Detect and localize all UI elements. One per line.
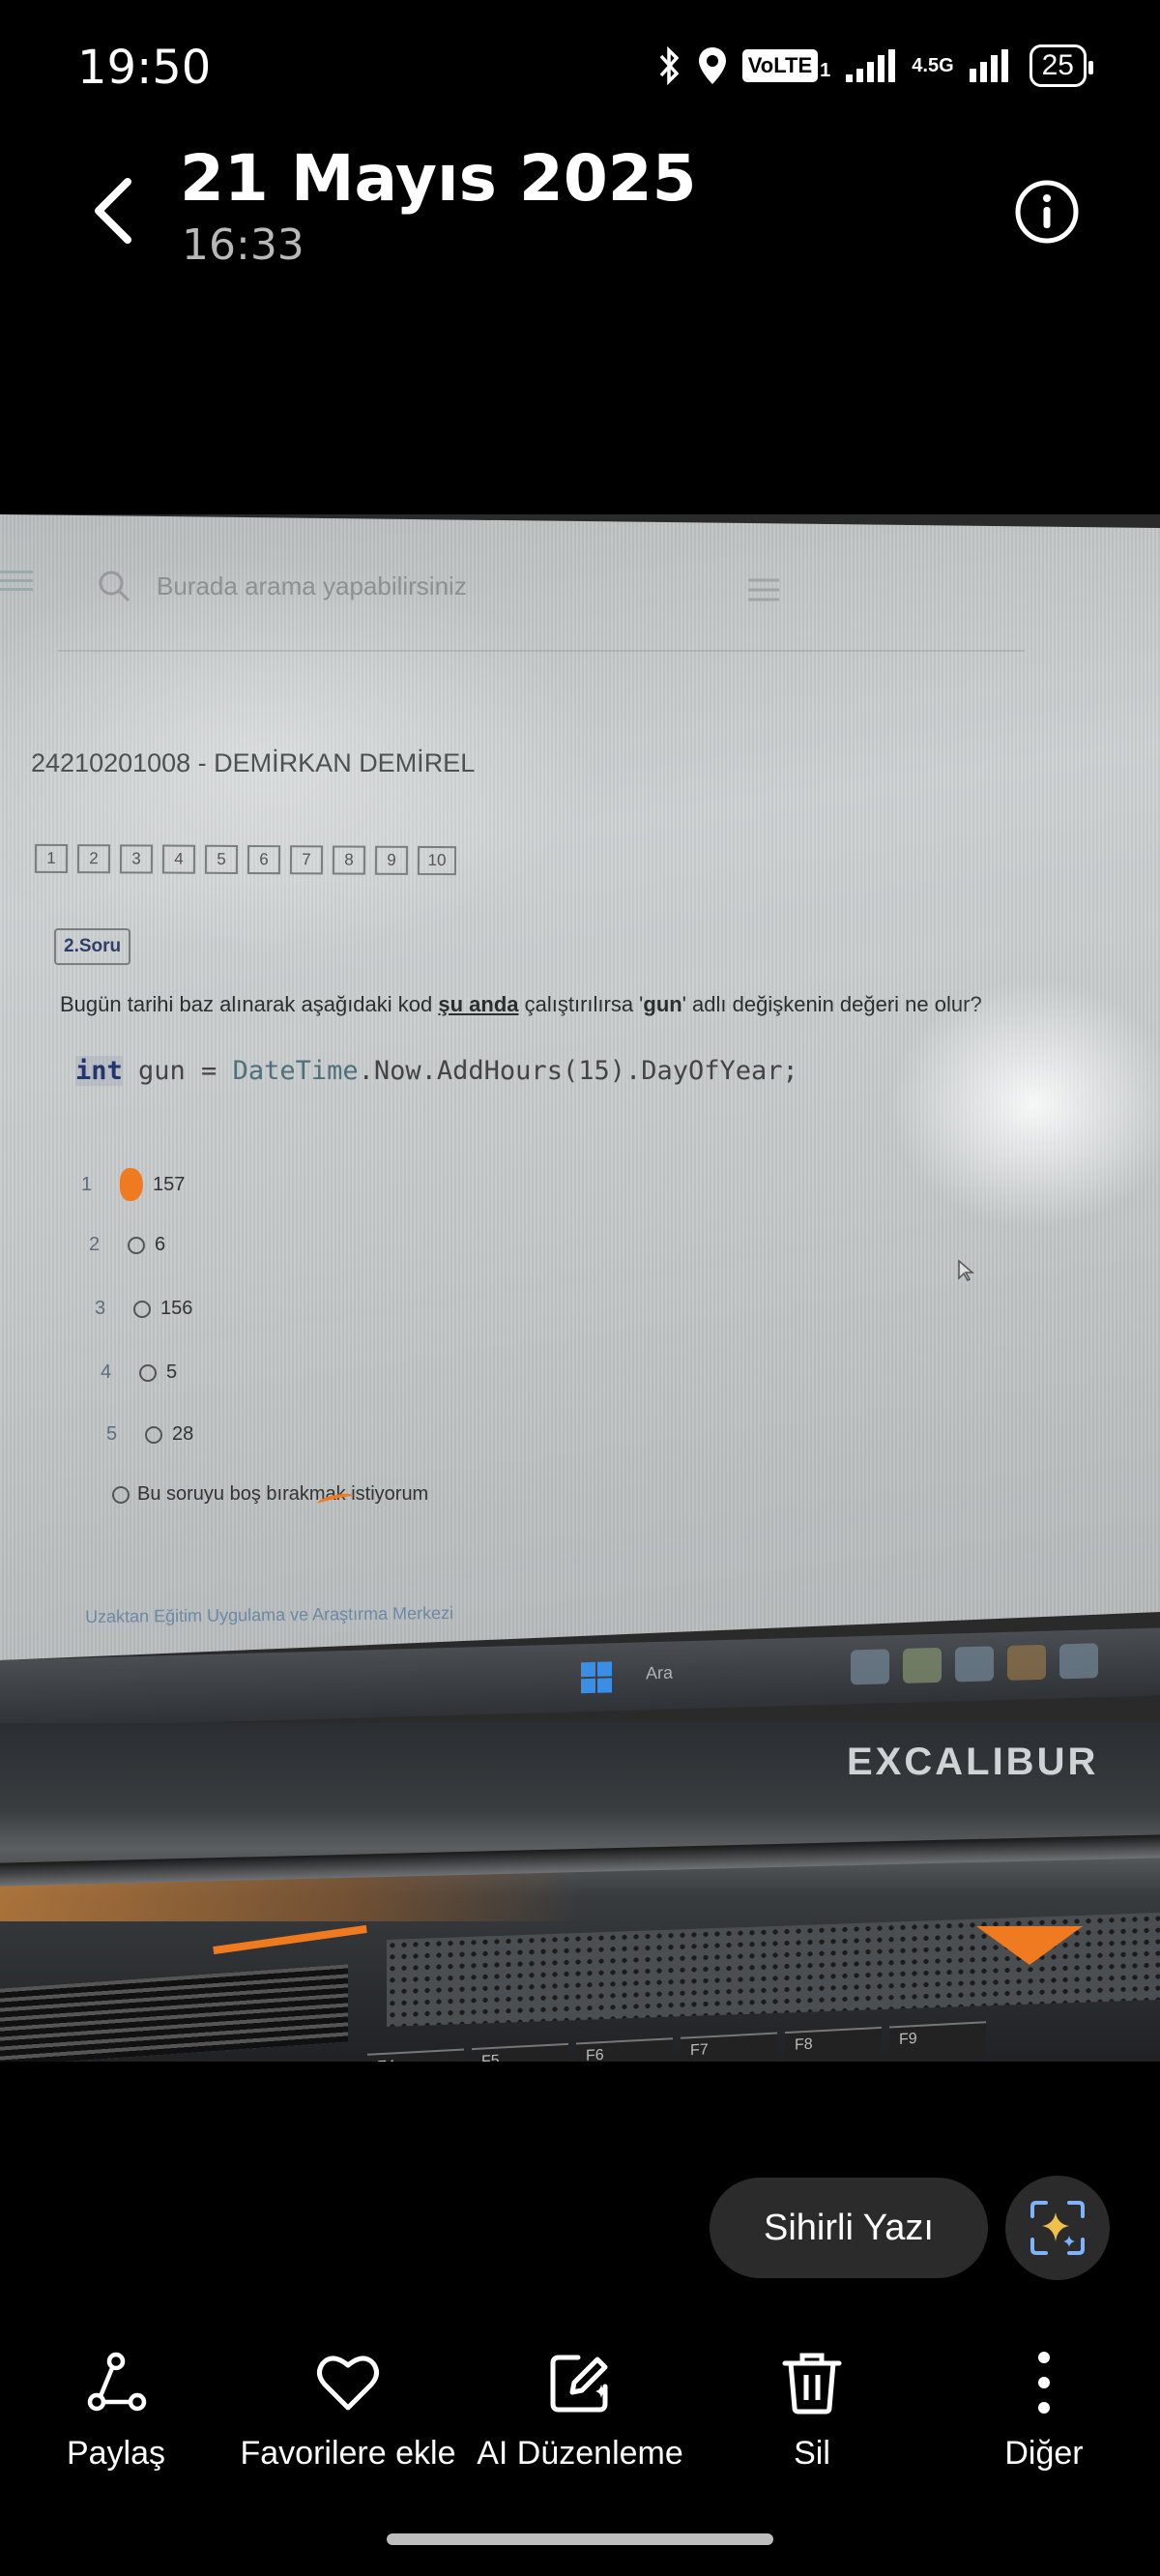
student-name: 24210201008 - DEMİRKAN DEMİREL xyxy=(31,748,476,777)
answer-option-5[interactable]: 5 28 xyxy=(106,1423,193,1446)
radio-icon[interactable] xyxy=(128,1236,145,1254)
answer-option-4[interactable]: 4 5 xyxy=(101,1361,177,1384)
question-tag: 2.Soru xyxy=(54,928,131,965)
skip-question-option[interactable]: Bu soruyu boş bırakmak istiyorum xyxy=(112,1483,428,1506)
answer-option-1[interactable]: 1 157 xyxy=(81,1168,185,1201)
share-button[interactable]: Paylaş xyxy=(0,2340,232,2473)
ai-edit-icon xyxy=(550,2355,608,2413)
signal-icon xyxy=(846,49,896,82)
radio-selected-icon[interactable] xyxy=(120,1168,143,1201)
filter-icon xyxy=(748,578,779,601)
photo-time: 16:33 xyxy=(182,220,304,270)
location-icon xyxy=(698,47,726,84)
magic-text-button[interactable]: Sihirli Yazı xyxy=(710,2178,988,2278)
status-icons: VoLTE 1 4.5G 25 xyxy=(657,44,1094,87)
radio-icon[interactable] xyxy=(133,1300,151,1318)
signal-icon-2 xyxy=(969,49,1008,82)
search-icon xyxy=(99,571,130,602)
info-icon xyxy=(1015,180,1079,244)
home-indicator[interactable] xyxy=(387,2533,773,2545)
delete-button[interactable]: Sil xyxy=(696,2340,928,2473)
volte-sim-number: 1 xyxy=(820,60,831,81)
question-nav-2[interactable]: 2 xyxy=(76,844,111,874)
question-text: Bugün tarihi baz alınarak aşağıdaki kod … xyxy=(60,992,982,1016)
more-button[interactable]: Diğer xyxy=(928,2340,1160,2473)
ai-edit-button[interactable]: AI Düzenleme xyxy=(464,2340,696,2473)
divider xyxy=(58,650,1025,652)
chevron-left-icon xyxy=(95,178,131,244)
magic-scan-button[interactable] xyxy=(1005,2176,1110,2280)
trash-icon xyxy=(782,2353,842,2415)
question-nav-7[interactable]: 7 xyxy=(289,845,324,875)
question-nav-1[interactable]: 1 xyxy=(34,843,69,874)
battery-indicator: 25 xyxy=(1029,44,1094,87)
taskbar-tray xyxy=(851,1643,1098,1685)
photo-date: 21 Mayıs 2025 xyxy=(180,141,697,216)
more-vertical-icon xyxy=(1038,2352,1050,2414)
laptop-screen: Burada arama yapabilirsiniz 24210201008 … xyxy=(0,514,1160,1660)
taskbar-search: Ara xyxy=(646,1662,674,1683)
network-type: 4.5G xyxy=(912,54,954,76)
answer-option-2[interactable]: 2 6 xyxy=(89,1234,165,1256)
status-time: 19:50 xyxy=(77,41,212,95)
photo-viewer[interactable]: Burada arama yapabilirsiniz 24210201008 … xyxy=(0,514,1160,2062)
search-placeholder: Burada arama yapabilirsiniz xyxy=(157,571,467,600)
footer-link[interactable]: Uzaktan Eğitim Uygulama ve Araştırma Mer… xyxy=(85,1603,453,1627)
heart-icon xyxy=(317,2356,379,2411)
back-button[interactable] xyxy=(85,172,143,249)
question-nav-5[interactable]: 5 xyxy=(204,844,239,874)
sparkle-scan-icon xyxy=(1030,2201,1085,2255)
mouse-cursor-icon xyxy=(958,1259,974,1281)
share-icon xyxy=(87,2352,147,2412)
radio-icon[interactable] xyxy=(145,1425,162,1444)
answer-option-3[interactable]: 3 156 xyxy=(95,1298,192,1320)
bottom-action-bar: Paylaş Favorilere ekle AI Düzenleme Sil … xyxy=(0,2340,1160,2485)
question-emphasis: şu anda xyxy=(438,992,519,1016)
volte-badge: VoLTE xyxy=(741,49,819,82)
info-button[interactable] xyxy=(1013,178,1081,246)
question-nav-3[interactable]: 3 xyxy=(119,844,154,874)
question-variable: gun xyxy=(643,992,682,1016)
question-navigation: 1 2 3 4 5 6 7 8 9 10 xyxy=(34,843,457,876)
favorite-button[interactable]: Favorilere ekle xyxy=(232,2340,464,2473)
status-bar: 19:50 VoLTE 1 4.5G 25 xyxy=(0,0,1160,135)
bluetooth-icon xyxy=(659,46,680,85)
question-nav-9[interactable]: 9 xyxy=(374,845,409,875)
question-nav-4[interactable]: 4 xyxy=(161,844,196,874)
radio-icon[interactable] xyxy=(112,1485,130,1504)
laptop-brand: EXCALIBUR xyxy=(847,1741,1099,1783)
question-nav-10[interactable]: 10 xyxy=(417,845,457,876)
code-snippet: int gun = DateTime.Now.AddHours(15).DayO… xyxy=(75,1056,798,1086)
windows-logo-icon xyxy=(581,1661,612,1694)
radio-icon[interactable] xyxy=(139,1363,157,1382)
question-nav-6[interactable]: 6 xyxy=(246,845,281,875)
menu-icon xyxy=(0,571,33,591)
search-bar[interactable]: Burada arama yapabilirsiniz xyxy=(97,569,467,603)
question-nav-8[interactable]: 8 xyxy=(332,845,366,875)
